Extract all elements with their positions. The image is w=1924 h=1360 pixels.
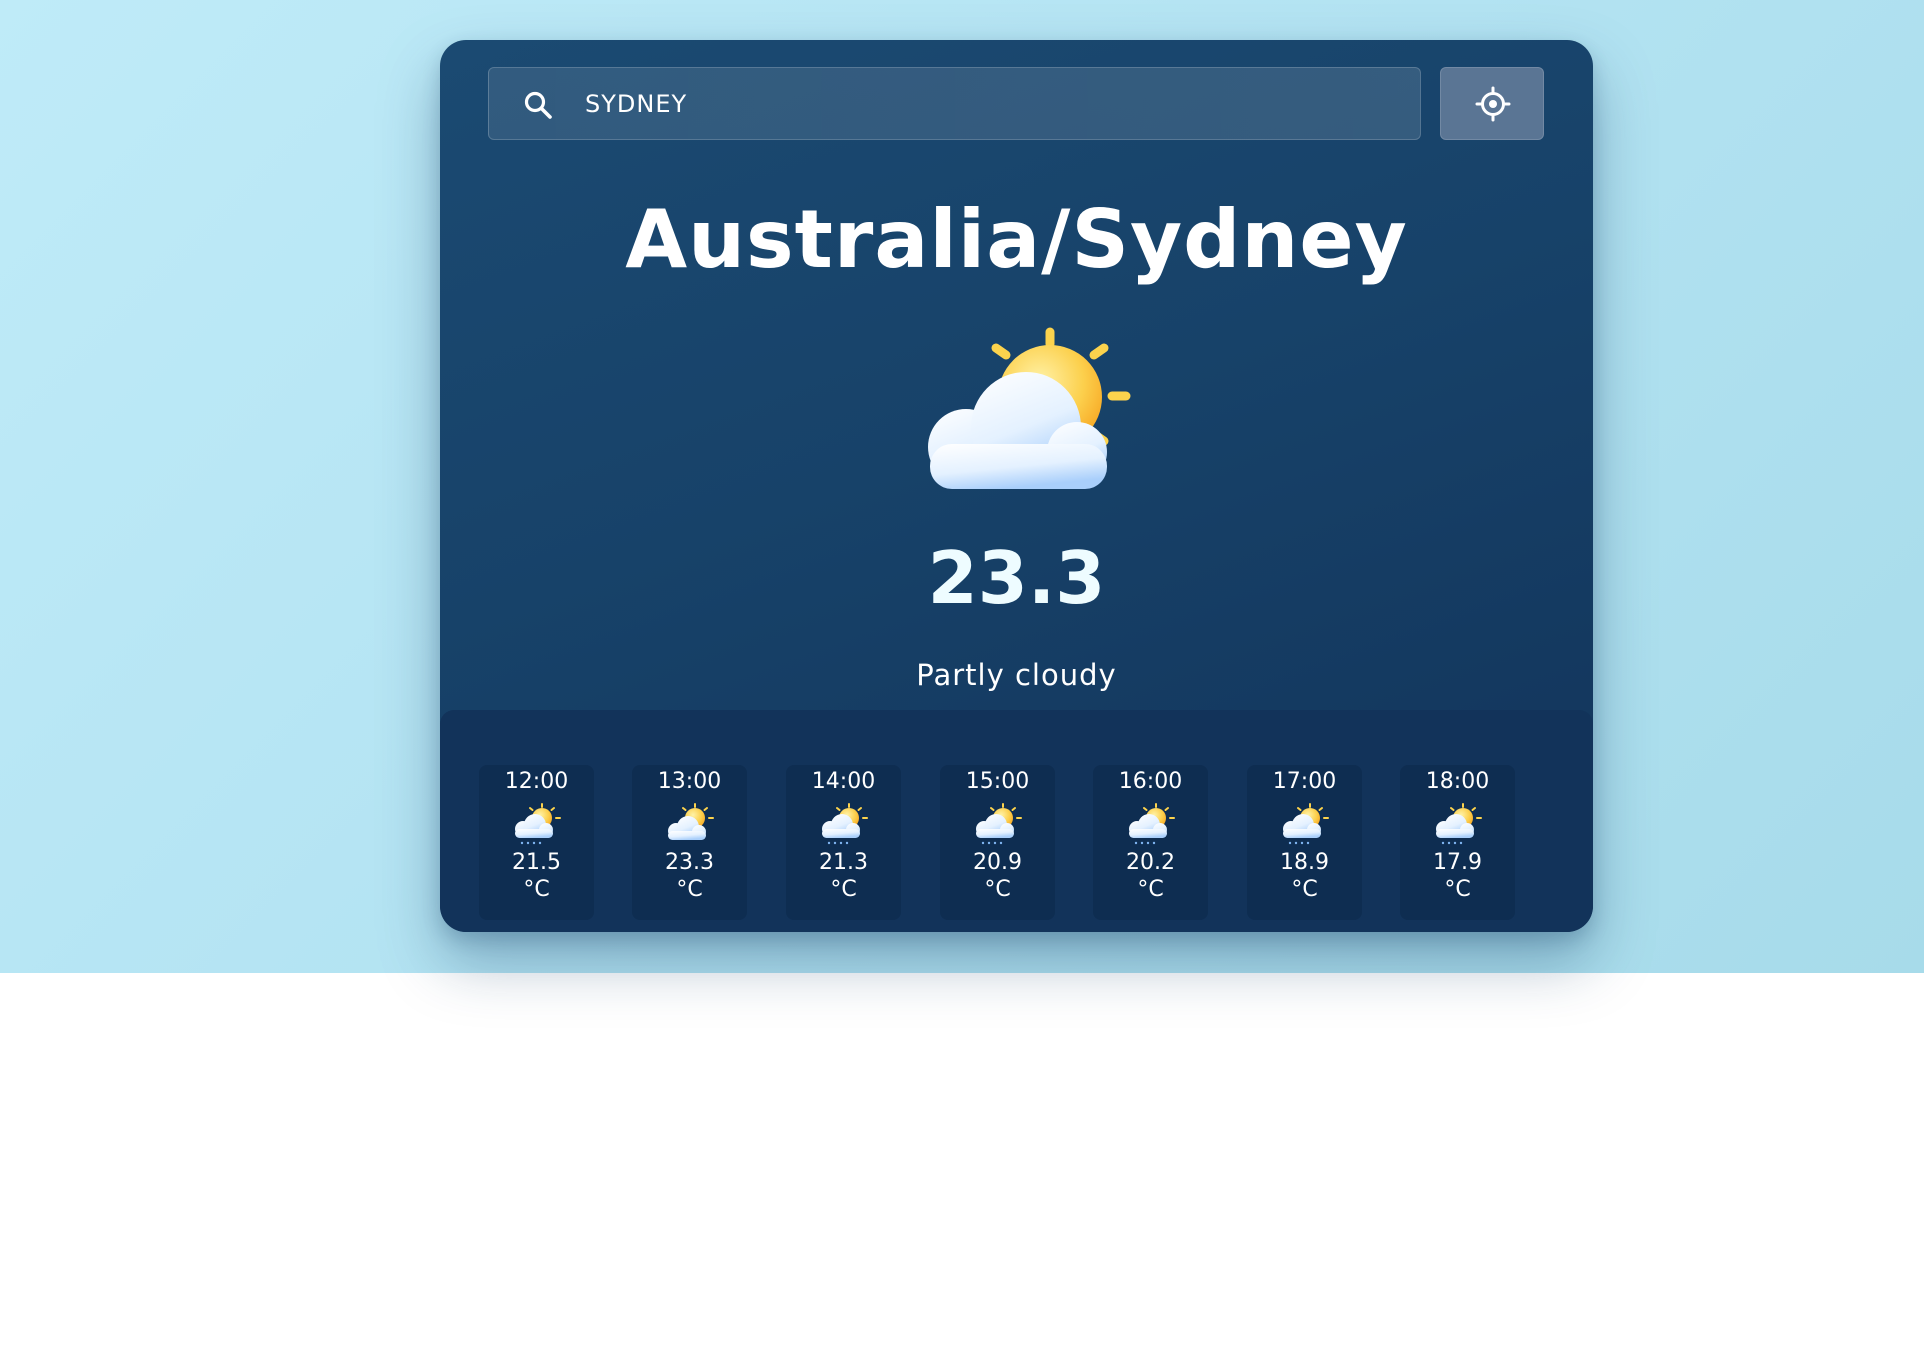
hourly-forecast: 12:00 21.5 °C 13:00 23.3 °C 14:00 21.3 °… — [440, 710, 1593, 932]
partly-cloudy-rain-icon — [1283, 803, 1329, 845]
hour-time: 18:00 — [1425, 769, 1490, 794]
hour-temp: 21.3 °C — [819, 850, 868, 902]
hour-card: 13:00 23.3 °C — [632, 765, 747, 920]
hour-time: 13:00 — [657, 769, 722, 794]
hour-time: 17:00 — [1272, 769, 1337, 794]
location-target-icon — [1475, 86, 1511, 122]
current-condition: Partly cloudy — [916, 658, 1117, 692]
hour-card: 15:00 20.9 °C — [940, 765, 1055, 920]
partly-cloudy-rain-icon — [515, 803, 561, 845]
hour-time: 15:00 — [965, 769, 1030, 794]
locate-button[interactable] — [1440, 67, 1544, 140]
partly-cloudy-rain-icon — [1436, 803, 1482, 845]
partly-cloudy-rain-icon — [822, 803, 868, 845]
hour-temp: 17.9 °C — [1433, 850, 1482, 902]
partly-cloudy-icon — [668, 803, 714, 840]
current-temperature: 23.3 — [927, 536, 1106, 620]
search-input[interactable] — [585, 68, 1385, 139]
search-box[interactable] — [488, 67, 1421, 140]
hour-temp: 21.5 °C — [512, 850, 561, 902]
hour-card: 16:00 20.2 °C — [1093, 765, 1208, 920]
hour-temp: 20.9 °C — [973, 850, 1022, 902]
hour-time: 14:00 — [811, 769, 876, 794]
hour-card: 12:00 21.5 °C — [479, 765, 594, 920]
hour-card: 18:00 17.9 °C — [1400, 765, 1515, 920]
hour-temp: 20.2 °C — [1126, 850, 1175, 902]
hour-card: 14:00 21.3 °C — [786, 765, 901, 920]
partly-cloudy-icon — [928, 327, 1131, 489]
hour-temp: 23.3 °C — [665, 850, 714, 902]
hour-temp: 18.9 °C — [1280, 850, 1329, 902]
hour-time: 12:00 — [504, 769, 569, 794]
weather-card: Australia/Sydney 23.3 Partly cloudy 12:0… — [440, 40, 1593, 932]
partly-cloudy-rain-icon — [1129, 803, 1175, 845]
partly-cloudy-rain-icon — [976, 803, 1022, 845]
location-title: Australia/Sydney — [625, 193, 1408, 286]
hour-card: 17:00 18.9 °C — [1247, 765, 1362, 920]
hour-time: 16:00 — [1118, 769, 1183, 794]
search-icon[interactable] — [523, 90, 553, 120]
